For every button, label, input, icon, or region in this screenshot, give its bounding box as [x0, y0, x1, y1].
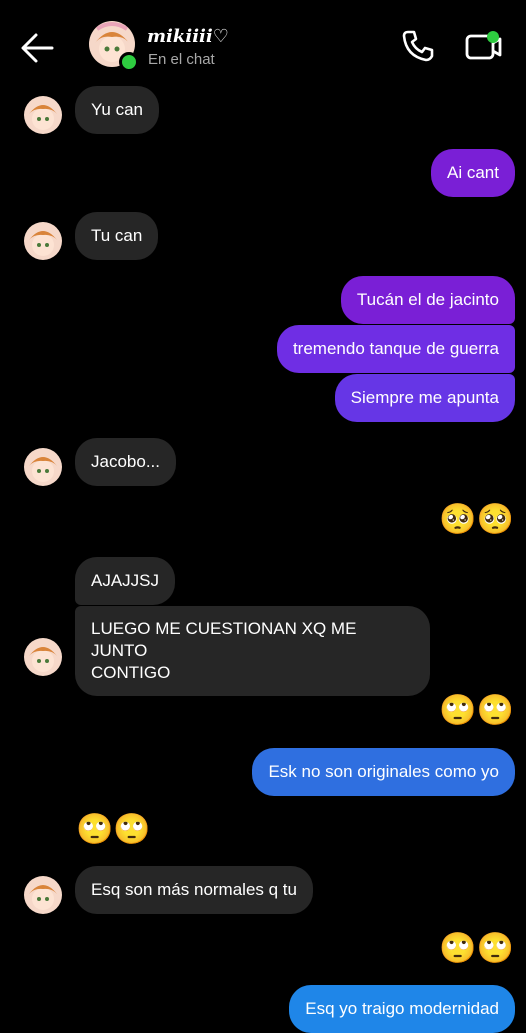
message-bubble-received[interactable]: AJAJJSJ [75, 557, 176, 605]
message-bubble-received[interactable]: Tu can [75, 212, 159, 260]
back-arrow-icon[interactable] [18, 30, 56, 66]
contact-status: En el chat [148, 51, 215, 68]
sender-avatar[interactable] [24, 96, 62, 134]
video-active-dot [487, 31, 499, 43]
emoji-message-sent[interactable]: 🙄🙄 [439, 691, 514, 731]
message-bubble-received[interactable]: Yu can [75, 86, 159, 134]
message-bubble-sent[interactable]: Esk no son originales como yo [252, 748, 515, 796]
message-bubble-received[interactable]: LUEGO ME CUESTIONAN XQ ME JUNTO CONTIGO [75, 606, 430, 696]
message-bubble-received[interactable]: Esq son más normales q tu [75, 866, 313, 914]
contact-name: mikiiii♡ [147, 26, 229, 47]
emoji-message-sent[interactable]: 🥺🥺 [439, 500, 514, 540]
sender-avatar[interactable] [24, 876, 62, 914]
emoji-message-received[interactable]: 🙄🙄 [76, 810, 151, 850]
message-bubble-sent[interactable]: Ai cant [431, 149, 515, 197]
online-status-dot [119, 52, 139, 72]
message-bubble-received[interactable]: Jacobo... [75, 438, 176, 486]
sender-avatar[interactable] [24, 448, 62, 486]
message-bubble-sent[interactable]: Siempre me apunta [334, 374, 515, 422]
sender-avatar[interactable] [24, 638, 62, 676]
message-bubble-sent[interactable]: Tucán el de jacinto [340, 276, 515, 324]
phone-icon[interactable] [400, 28, 436, 64]
message-bubble-sent[interactable]: tremendo tanque de guerra [276, 325, 515, 373]
sender-avatar[interactable] [24, 222, 62, 260]
emoji-message-sent[interactable]: 🙄🙄 [439, 929, 514, 969]
message-bubble-sent[interactable]: Esq yo traigo modernidad [289, 985, 515, 1033]
